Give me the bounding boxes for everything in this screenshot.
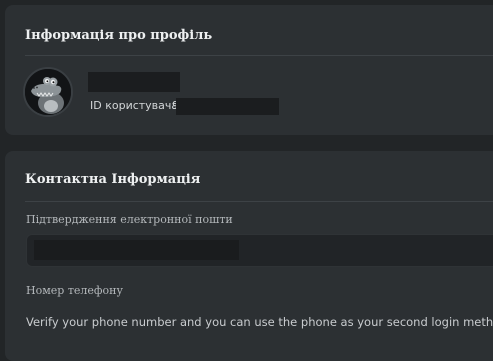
contact-divider	[25, 201, 493, 202]
user-id-label: ID користувача:	[90, 99, 182, 112]
profile-divider	[25, 55, 493, 56]
email-verification-label: Підтвердження електронної пошти	[26, 213, 233, 226]
avatar[interactable]	[23, 67, 73, 117]
profile-info-title: Інформація про профіль	[25, 28, 213, 43]
phone-verify-note: Verify your phone number and you can use…	[26, 315, 493, 329]
contact-info-title: Контактна Інформація	[25, 172, 201, 187]
profile-info-card: Інформація про профіль	[5, 5, 493, 135]
crocodile-avatar-icon	[25, 69, 71, 115]
redacted-email	[34, 240, 239, 260]
redacted-username	[88, 72, 180, 92]
phone-number-label: Номер телефону	[26, 284, 123, 297]
redacted-user-id	[176, 98, 279, 115]
